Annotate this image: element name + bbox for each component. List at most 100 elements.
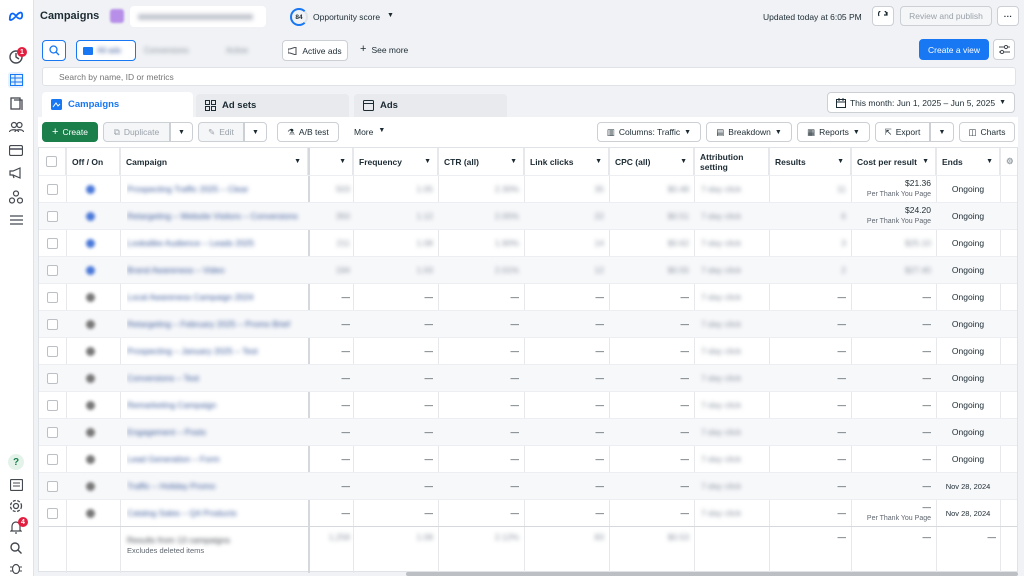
status-toggle[interactable] bbox=[86, 373, 95, 383]
status-toggle[interactable] bbox=[86, 265, 95, 275]
campaign-name-link[interactable]: Prospecting – January 2025 – Test bbox=[127, 346, 258, 356]
campaign-name-link[interactable]: Retargeting – Website Visitors – Convers… bbox=[127, 211, 298, 221]
row-checkbox[interactable] bbox=[47, 291, 58, 303]
export-button[interactable]: ⇱ Export bbox=[875, 122, 930, 142]
table-row[interactable]: Remarketing Campaign — — — — — — 7-day click — On… bbox=[39, 391, 1017, 418]
account-avatar[interactable] bbox=[110, 9, 124, 23]
column-settings-gear-icon[interactable]: ⚙ bbox=[1000, 148, 1017, 175]
search-toggle-button[interactable] bbox=[42, 40, 66, 61]
campaigns-table-icon[interactable] bbox=[8, 72, 24, 88]
campaign-name-link[interactable]: Engagement – Posts bbox=[127, 427, 206, 437]
row-checkbox[interactable] bbox=[47, 237, 58, 249]
status-toggle[interactable] bbox=[86, 427, 95, 437]
more-options-button[interactable]: ··· bbox=[997, 6, 1019, 26]
search-icon[interactable] bbox=[8, 540, 24, 556]
status-toggle[interactable] bbox=[86, 346, 95, 356]
row-checkbox[interactable] bbox=[47, 210, 58, 222]
table-row[interactable]: Retargeting – Website Visitors – Convers… bbox=[39, 202, 1017, 229]
create-view-button[interactable]: Create a view bbox=[919, 39, 989, 60]
table-row[interactable]: Local Awareness Campaign 2024 — — — — — — 7-day… bbox=[39, 283, 1017, 310]
ab-test-button[interactable]: ⚗ A/B test bbox=[277, 122, 339, 142]
opportunity-score-gauge[interactable]: 84 bbox=[290, 8, 308, 26]
row-checkbox[interactable] bbox=[47, 453, 58, 465]
column-header-cpc[interactable]: CPC (all) ▼ bbox=[609, 148, 694, 175]
status-toggle[interactable] bbox=[86, 454, 95, 464]
filter-pill-active-ads[interactable]: Active ads bbox=[282, 40, 348, 61]
row-checkbox[interactable] bbox=[47, 183, 58, 195]
duplicate-dropdown-button[interactable]: ▼ bbox=[170, 122, 193, 142]
column-header-campaign[interactable]: Campaign ▼ bbox=[120, 148, 308, 175]
status-toggle[interactable] bbox=[86, 319, 95, 329]
column-header-results[interactable]: Results ▼ bbox=[769, 148, 851, 175]
campaign-name-link[interactable]: Local Awareness Campaign 2024 bbox=[127, 292, 253, 302]
table-row[interactable]: Lead Generation – Form — — — — — — 7-day click —… bbox=[39, 445, 1017, 472]
table-row[interactable]: Engagement – Posts — — — — — — 7-day click — Ongo… bbox=[39, 418, 1017, 445]
table-row[interactable]: Conversions – Test — — — — — — 7-day click — Ongo… bbox=[39, 364, 1017, 391]
search-bar[interactable] bbox=[42, 67, 1016, 86]
create-button[interactable]: + Create bbox=[42, 122, 98, 142]
chevron-down-icon[interactable]: ▼ bbox=[387, 12, 394, 19]
select-all-checkbox[interactable] bbox=[46, 156, 57, 167]
megaphone-icon[interactable] bbox=[8, 165, 24, 181]
column-header-cost-per-result[interactable]: Cost per result ▼ bbox=[851, 148, 936, 175]
status-toggle[interactable] bbox=[86, 400, 95, 410]
settings-gear-icon[interactable] bbox=[8, 498, 24, 514]
campaign-name-link[interactable]: Lead Generation – Form bbox=[127, 454, 220, 464]
row-checkbox[interactable] bbox=[47, 264, 58, 276]
tab-ads[interactable]: Ads bbox=[354, 94, 507, 117]
campaign-name-link[interactable]: Lookalike Audience – Leads 2025 bbox=[127, 238, 254, 248]
bug-report-icon[interactable] bbox=[8, 560, 24, 576]
campaign-name-link[interactable]: Brand Awareness – Video bbox=[127, 265, 225, 275]
tab-campaigns[interactable]: Campaigns bbox=[42, 92, 193, 117]
campaign-name-link[interactable]: Traffic – Holiday Promo bbox=[127, 481, 215, 491]
table-row[interactable]: Traffic – Holiday Promo — — — — — — 7-day click… bbox=[39, 472, 1017, 499]
edit-dropdown-button[interactable]: ▼ bbox=[244, 122, 267, 142]
business-tools-icon[interactable] bbox=[8, 189, 24, 205]
status-toggle[interactable] bbox=[86, 292, 95, 302]
news-feed-icon[interactable] bbox=[8, 477, 24, 493]
charts-button[interactable]: ◫ Charts bbox=[959, 122, 1015, 142]
filter-pill-conversions[interactable]: Conversions bbox=[144, 46, 188, 55]
edit-button[interactable]: ✎ Edit bbox=[198, 122, 244, 142]
column-header-ends[interactable]: Ends ▼ bbox=[936, 148, 1000, 175]
audiences-icon[interactable] bbox=[8, 119, 24, 135]
table-row[interactable]: Retargeting – February 2025 – Promo Brie… bbox=[39, 310, 1017, 337]
account-selector[interactable] bbox=[130, 6, 266, 27]
table-row[interactable]: Lookalike Audience – Leads 2025 211 1.08 1.… bbox=[39, 229, 1017, 256]
columns-button[interactable]: ▥ Columns: Traffic ▼ bbox=[597, 122, 701, 142]
status-toggle[interactable] bbox=[86, 508, 95, 518]
meta-logo-icon[interactable] bbox=[8, 8, 24, 24]
menu-icon[interactable] bbox=[8, 212, 24, 228]
refresh-button[interactable] bbox=[872, 6, 894, 26]
reports-button[interactable]: ▦ Reports ▼ bbox=[797, 122, 870, 142]
row-checkbox[interactable] bbox=[47, 480, 58, 492]
help-icon[interactable]: ? bbox=[8, 454, 24, 470]
tab-ad-sets[interactable]: Ad sets bbox=[196, 94, 349, 117]
billing-icon[interactable] bbox=[8, 142, 24, 158]
table-row[interactable]: Prospecting – January 2025 – Test — — — — — — 7… bbox=[39, 337, 1017, 364]
row-checkbox[interactable] bbox=[47, 426, 58, 438]
more-actions-button[interactable]: More ▼ bbox=[354, 127, 385, 137]
row-checkbox[interactable] bbox=[47, 345, 58, 357]
column-header-off-on[interactable]: Off / On bbox=[66, 148, 120, 175]
see-more-button[interactable]: + See more bbox=[360, 44, 408, 56]
pages-icon[interactable] bbox=[8, 95, 24, 111]
date-range-picker[interactable]: This month: Jun 1, 2025 – Jun 5, 2025 ▼ bbox=[827, 92, 1015, 113]
view-settings-button[interactable] bbox=[993, 39, 1015, 60]
row-checkbox[interactable] bbox=[47, 399, 58, 411]
campaign-name-link[interactable]: Conversions – Test bbox=[127, 373, 199, 383]
table-row[interactable]: Catalog Sales – Q4 Products — — — — — — 7-day c… bbox=[39, 499, 1017, 526]
export-dropdown-button[interactable]: ▼ bbox=[930, 122, 954, 142]
filter-pill-active[interactable]: Active bbox=[226, 46, 248, 55]
row-checkbox[interactable] bbox=[47, 507, 58, 519]
search-input[interactable] bbox=[43, 68, 943, 85]
column-header-metric[interactable]: ▼ bbox=[310, 148, 353, 175]
review-and-publish-button[interactable]: Review and publish bbox=[900, 6, 992, 26]
duplicate-button[interactable]: ⧉ Duplicate bbox=[103, 122, 170, 142]
table-row[interactable]: Brand Awareness – Video 194 1.03 2.01% 12 $0.… bbox=[39, 256, 1017, 283]
column-header-frequency[interactable]: Frequency ▼ bbox=[353, 148, 438, 175]
row-checkbox[interactable] bbox=[47, 372, 58, 384]
status-toggle[interactable] bbox=[86, 184, 95, 194]
horizontal-scrollbar[interactable] bbox=[406, 572, 1018, 576]
status-toggle[interactable] bbox=[86, 481, 95, 491]
